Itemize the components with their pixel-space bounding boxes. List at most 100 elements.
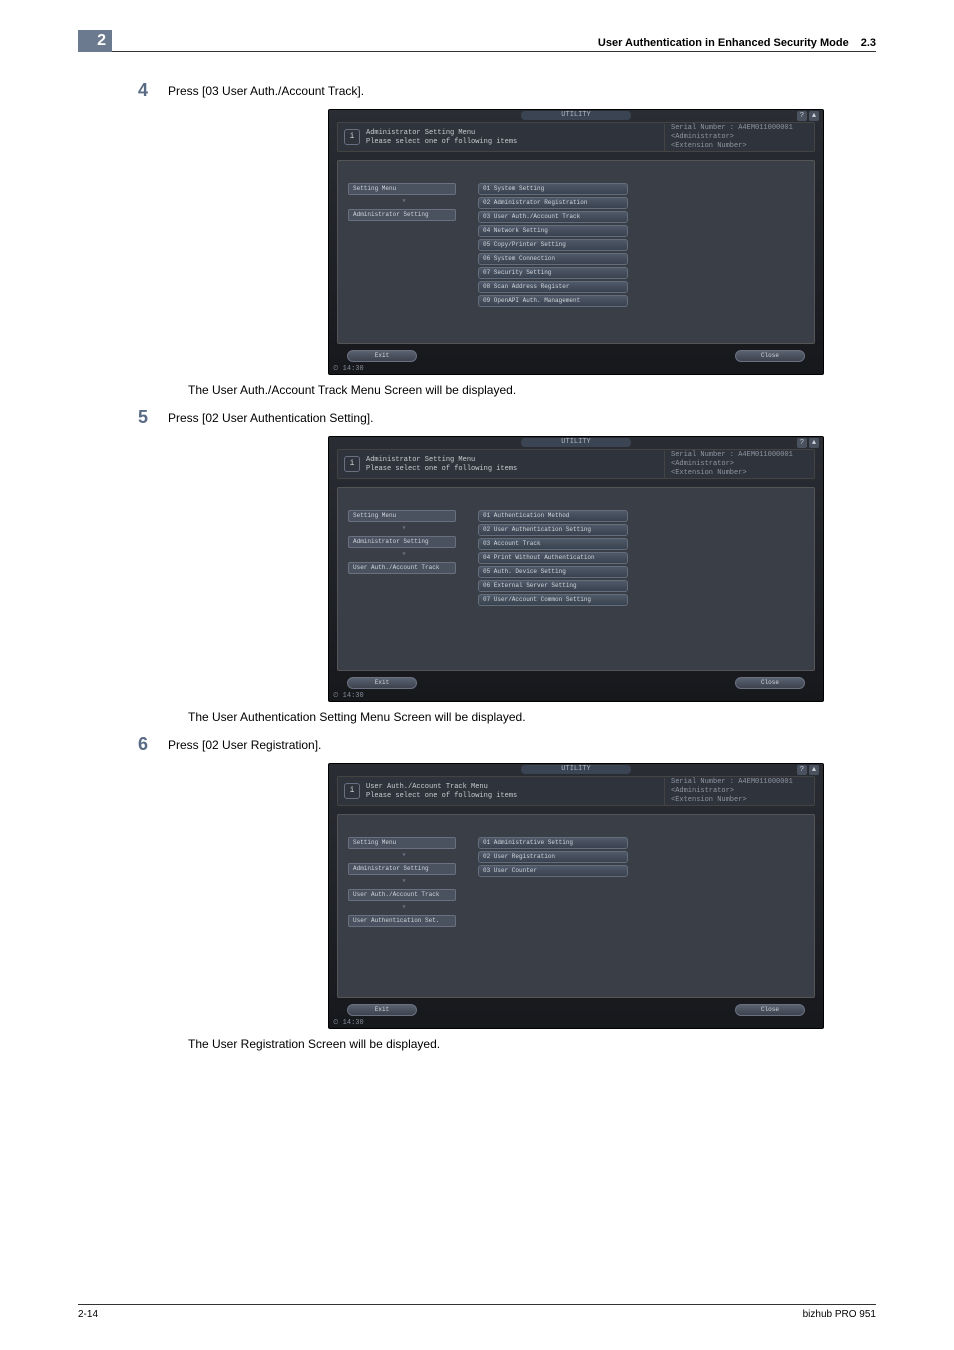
clock-time: 14:30 xyxy=(343,692,364,700)
breadcrumb: Setting Menu ▾ Administrator Setting ▾ U… xyxy=(348,510,456,574)
admin-label: <Administrator> xyxy=(671,787,734,795)
menu-item-04[interactable]: 04 Print Without Authentication xyxy=(478,552,628,564)
menu-item-05[interactable]: 05 Copy/Printer Setting xyxy=(478,239,628,251)
chapter-tab: 2 xyxy=(78,30,112,52)
menu-item-02[interactable]: 02 User Registration xyxy=(478,851,628,863)
chevron-down-icon: ▾ xyxy=(348,905,456,911)
breadcrumb-item[interactable]: Administrator Setting xyxy=(348,536,456,548)
exit-button[interactable]: Exit xyxy=(347,677,417,689)
help-icon[interactable]: ? xyxy=(797,765,807,775)
breadcrumb-item[interactable]: User Authentication Set. xyxy=(348,915,456,927)
step-number: 5 xyxy=(78,407,168,428)
info-icon: i xyxy=(344,456,360,472)
menu-item-08[interactable]: 08 Scan Address Register xyxy=(478,281,628,293)
title-line2: Please select one of following items xyxy=(366,792,517,800)
help-icon[interactable]: ? xyxy=(797,111,807,121)
screenshot-topbar: UTILITY xyxy=(329,764,823,774)
screenshot-header: i Administrator Setting Menu Please sele… xyxy=(337,122,815,152)
step-number: 4 xyxy=(78,80,168,101)
menu-item-03[interactable]: 03 User Counter xyxy=(478,865,628,877)
footer-product: bizhub PRO 951 xyxy=(803,1309,876,1320)
screenshot-title: Administrator Setting Menu Please select… xyxy=(366,128,664,147)
screenshot-header: i Administrator Setting Menu Please sele… xyxy=(337,449,815,479)
breadcrumb-item[interactable]: Administrator Setting xyxy=(348,209,456,221)
menu-item-01[interactable]: 01 Authentication Method xyxy=(478,510,628,522)
info-icon: i xyxy=(344,783,360,799)
title-line1: Administrator Setting Menu xyxy=(366,456,475,464)
screenshot-body: Setting Menu ▾ Administrator Setting 01 … xyxy=(337,160,815,344)
menu-item-02[interactable]: 02 Administrator Registration xyxy=(478,197,628,209)
eject-icon[interactable]: ▲ xyxy=(809,111,819,121)
menu-item-05[interactable]: 05 Auth. Device Setting xyxy=(478,566,628,578)
exit-button[interactable]: Exit xyxy=(347,1004,417,1016)
screenshot-title: User Auth./Account Track Menu Please sel… xyxy=(366,782,664,801)
title-line1: User Auth./Account Track Menu xyxy=(366,783,488,791)
menu-item-03[interactable]: 03 Account Track xyxy=(478,538,628,550)
menu-list: 01 Authentication Method 02 User Authent… xyxy=(478,510,628,606)
breadcrumb-item[interactable]: Setting Menu xyxy=(348,837,456,849)
help-icon[interactable]: ? xyxy=(797,438,807,448)
breadcrumb-item[interactable]: Administrator Setting xyxy=(348,863,456,875)
screenshot-meta: Serial Number : A4EM011000001 <Administr… xyxy=(664,451,814,478)
utility-pill: UTILITY xyxy=(521,765,630,774)
exit-button[interactable]: Exit xyxy=(347,350,417,362)
step-4: 4 Press [03 User Auth./Account Track]. xyxy=(78,80,876,101)
menu-item-07[interactable]: 07 User/Account Common Setting xyxy=(478,594,628,606)
title-line2: Please select one of following items xyxy=(366,465,517,473)
screenshot-header: i User Auth./Account Track Menu Please s… xyxy=(337,776,815,806)
menu-item-03[interactable]: 03 User Auth./Account Track xyxy=(478,211,628,223)
utility-pill: UTILITY xyxy=(521,111,630,120)
step-text: Press [02 User Registration]. xyxy=(168,734,321,752)
breadcrumb-item[interactable]: Setting Menu xyxy=(348,183,456,195)
serial-value: A4EM011000001 xyxy=(738,451,793,459)
screenshot-body: Setting Menu ▾ Administrator Setting ▾ U… xyxy=(337,487,815,671)
menu-item-06[interactable]: 06 System Connection xyxy=(478,253,628,265)
screenshot-user-auth-setting-menu: UTILITY ? ▲ i User Auth./Account Track M… xyxy=(328,763,824,1029)
breadcrumb-item[interactable]: Setting Menu xyxy=(348,510,456,522)
clock-time: 14:30 xyxy=(343,1019,364,1027)
serial-label: Serial Number xyxy=(671,124,726,132)
screenshot-admin-setting-menu: UTILITY ? ▲ i Administrator Setting Menu… xyxy=(328,109,824,375)
clock-time: 14:30 xyxy=(343,365,364,373)
menu-item-01[interactable]: 01 Administrative Setting xyxy=(478,837,628,849)
step-4-caption: The User Auth./Account Track Menu Screen… xyxy=(188,383,876,397)
menu-item-06[interactable]: 06 External Server Setting xyxy=(478,580,628,592)
corner-icons: ? ▲ xyxy=(797,438,819,448)
step-6: 6 Press [02 User Registration]. xyxy=(78,734,876,755)
ext-label: <Extension Number> xyxy=(671,469,747,477)
menu-item-01[interactable]: 01 System Setting xyxy=(478,183,628,195)
menu-item-02[interactable]: 02 User Authentication Setting xyxy=(478,524,628,536)
screenshot-body: Setting Menu ▾ Administrator Setting ▾ U… xyxy=(337,814,815,998)
corner-icons: ? ▲ xyxy=(797,765,819,775)
eject-icon[interactable]: ▲ xyxy=(809,765,819,775)
clock-icon: ⏲ 14:30 xyxy=(333,365,364,373)
breadcrumb: Setting Menu ▾ Administrator Setting xyxy=(348,183,456,221)
menu-item-09[interactable]: 09 OpenAPI Auth. Management xyxy=(478,295,628,307)
screenshot-footer: Exit Close xyxy=(347,350,805,362)
title-line2: Please select one of following items xyxy=(366,138,517,146)
admin-label: <Administrator> xyxy=(671,133,734,141)
info-icon: i xyxy=(344,129,360,145)
breadcrumb-item[interactable]: User Auth./Account Track xyxy=(348,889,456,901)
screenshot-topbar: UTILITY xyxy=(329,437,823,447)
close-button[interactable]: Close xyxy=(735,350,805,362)
chevron-down-icon: ▾ xyxy=(348,526,456,532)
chevron-down-icon: ▾ xyxy=(348,853,456,859)
menu-item-04[interactable]: 04 Network Setting xyxy=(478,225,628,237)
close-button[interactable]: Close xyxy=(735,1004,805,1016)
corner-icons: ? ▲ xyxy=(797,111,819,121)
header-section: 2.3 xyxy=(861,37,876,49)
breadcrumb-item[interactable]: User Auth./Account Track xyxy=(348,562,456,574)
screenshot-user-auth-menu: UTILITY ? ▲ i Administrator Setting Menu… xyxy=(328,436,824,702)
close-button[interactable]: Close xyxy=(735,677,805,689)
screenshot-meta: Serial Number : A4EM011000001 <Administr… xyxy=(664,124,814,151)
eject-icon[interactable]: ▲ xyxy=(809,438,819,448)
clock-icon: ⏲ 14:30 xyxy=(333,692,364,700)
serial-value: A4EM011000001 xyxy=(738,124,793,132)
page-content: 4 Press [03 User Auth./Account Track]. U… xyxy=(78,80,876,1300)
menu-item-07[interactable]: 07 Security Setting xyxy=(478,267,628,279)
title-line1: Administrator Setting Menu xyxy=(366,129,475,137)
clock-icon: ⏲ 14:30 xyxy=(333,1019,364,1027)
step-text: Press [03 User Auth./Account Track]. xyxy=(168,80,364,98)
screenshot-topbar: UTILITY xyxy=(329,110,823,120)
